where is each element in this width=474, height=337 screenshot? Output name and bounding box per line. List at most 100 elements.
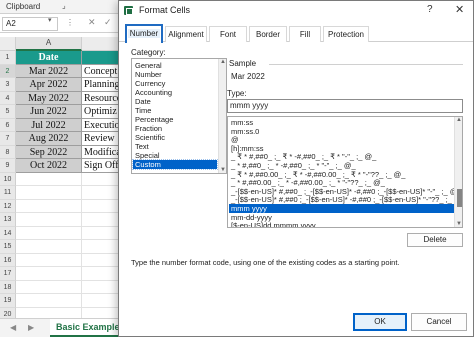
cell-a[interactable]: Jul 2022 — [16, 118, 82, 132]
formula-enter-icon[interactable]: ✓ — [104, 17, 112, 28]
tab-border[interactable]: Border — [249, 26, 287, 42]
cell-b1[interactable] — [82, 51, 122, 65]
row-number[interactable]: 8 — [0, 145, 16, 159]
column-header-a[interactable]: A — [16, 37, 82, 51]
cell-b[interactable]: Resource — [82, 92, 122, 105]
cell-b[interactable] — [82, 213, 122, 227]
cancel-button[interactable]: Cancel — [411, 313, 467, 331]
sheet-scroll-right-icon[interactable]: ▶ — [28, 323, 34, 332]
scroll-down-icon[interactable]: ▼ — [220, 167, 226, 173]
delete-button[interactable]: Delete — [407, 233, 463, 247]
sheet-tab-basic-example[interactable]: Basic Example — [50, 319, 122, 337]
cell-b[interactable]: Modifica — [82, 146, 122, 159]
row-number[interactable]: 15 — [0, 240, 16, 254]
row-number[interactable]: 2 — [0, 64, 16, 78]
cell-a[interactable]: Sep 2022 — [16, 145, 82, 159]
formula-bar-grip-icon[interactable]: ⋮ — [66, 18, 74, 27]
category-item[interactable]: Percentage — [133, 115, 217, 124]
row-number[interactable]: 5 — [0, 105, 16, 119]
select-all-corner[interactable] — [0, 37, 16, 51]
category-item[interactable]: Time — [133, 106, 217, 115]
cell-a[interactable]: Aug 2022 — [16, 132, 82, 146]
sheet-scroll-left-icon[interactable]: ◀ — [10, 323, 16, 332]
tab-number[interactable]: Number — [125, 24, 163, 43]
cell-a[interactable] — [16, 186, 82, 200]
row-number[interactable]: 14 — [0, 226, 16, 240]
row-number[interactable]: 17 — [0, 267, 16, 281]
cell-b[interactable] — [82, 240, 122, 254]
name-box-dropdown-icon[interactable]: ▾ — [48, 16, 52, 24]
cell-b[interactable]: Planning — [82, 78, 122, 92]
category-listbox[interactable]: General Number Currency Accounting Date Time P… — [131, 58, 227, 174]
cell-b[interactable]: Executio — [82, 119, 122, 132]
column-header-b[interactable] — [82, 37, 122, 51]
cell-b[interactable] — [82, 294, 122, 308]
row-number[interactable]: 19 — [0, 294, 16, 308]
cell-b[interactable] — [82, 281, 122, 294]
row-number[interactable]: 13 — [0, 213, 16, 227]
ok-button[interactable]: OK — [353, 313, 407, 331]
cell-a[interactable] — [16, 172, 82, 186]
cell-a[interactable] — [16, 199, 82, 213]
cell-b[interactable]: Sign Off — [82, 159, 122, 173]
format-code-listbox[interactable]: mm:ss mm:ss.0 @ [h]:mm:ss _ ₹ * #,##0_ ;_ ₹ … — [227, 116, 463, 228]
cell-b[interactable] — [82, 173, 122, 186]
row-number[interactable]: 7 — [0, 132, 16, 146]
cell-a[interactable]: Jun 2022 — [16, 105, 82, 119]
cell-a[interactable] — [16, 253, 82, 267]
category-item[interactable]: Scientific — [133, 133, 217, 142]
dialog-titlebar[interactable]: Format Cells ? ✕ — [119, 1, 473, 21]
tab-alignment[interactable]: Alignment — [165, 26, 207, 42]
cell-b[interactable] — [82, 227, 122, 240]
category-item[interactable]: Currency — [133, 79, 217, 88]
scroll-up-icon[interactable]: ▲ — [456, 117, 462, 123]
cell-a[interactable] — [16, 213, 82, 227]
cell-b[interactable] — [82, 186, 122, 200]
cell-a[interactable]: Apr 2022 — [16, 78, 82, 92]
scroll-down-icon[interactable]: ▼ — [456, 221, 462, 227]
cell-b[interactable]: Review — [82, 132, 122, 146]
dialog-launcher-icon[interactable]: ⌟ — [62, 1, 66, 10]
cell-b[interactable]: Concept — [82, 65, 122, 78]
row-number[interactable]: 12 — [0, 199, 16, 213]
row-number[interactable]: 16 — [0, 253, 16, 267]
type-input[interactable]: mmm yyyy — [227, 99, 463, 113]
scroll-up-icon[interactable]: ▲ — [220, 59, 226, 65]
category-item[interactable]: Accounting — [133, 88, 217, 97]
row-number[interactable]: 9 — [0, 159, 16, 173]
scroll-thumb[interactable] — [457, 189, 462, 207]
worksheet-grid[interactable]: A 1 Date 2 Mar 2022 Concept 3 Apr 2022 Planni… — [0, 37, 122, 321]
cell-a[interactable]: Oct 2022 — [16, 159, 82, 173]
formula-cancel-icon[interactable]: ✕ — [88, 17, 96, 28]
row-number[interactable]: 1 — [0, 51, 16, 65]
cell-a[interactable] — [16, 240, 82, 254]
row-number[interactable]: 3 — [0, 78, 16, 92]
row-number[interactable]: 18 — [0, 280, 16, 294]
category-item[interactable]: Fraction — [133, 124, 217, 133]
close-icon[interactable]: ✕ — [455, 3, 464, 16]
help-icon[interactable]: ? — [427, 4, 433, 15]
cell-b[interactable] — [82, 254, 122, 267]
cell-a[interactable] — [16, 226, 82, 240]
tab-fill[interactable]: Fill — [289, 26, 321, 42]
category-item[interactable]: Number — [133, 70, 217, 79]
cell-a[interactable]: May 2022 — [16, 91, 82, 105]
cell-a[interactable]: Mar 2022 — [16, 64, 82, 78]
cell-b[interactable] — [82, 200, 122, 213]
tab-font[interactable]: Font — [209, 26, 247, 42]
cell-a1[interactable]: Date — [16, 51, 82, 65]
row-number[interactable]: 11 — [0, 186, 16, 200]
category-item[interactable]: General — [133, 61, 217, 70]
row-number[interactable]: 4 — [0, 91, 16, 105]
category-item[interactable]: Special — [133, 151, 217, 160]
format-code-item[interactable]: [$-en-US]dd mmmm yyyy — [229, 221, 454, 227]
category-item[interactable]: Text — [133, 142, 217, 151]
cell-a[interactable] — [16, 280, 82, 294]
cell-b[interactable]: Optimiz — [82, 105, 122, 119]
tab-protection[interactable]: Protection — [323, 26, 369, 42]
row-number[interactable]: 6 — [0, 118, 16, 132]
category-item[interactable]: Date — [133, 97, 217, 106]
format-list-scrollbar[interactable]: ▲ ▼ — [454, 117, 462, 227]
category-item[interactable]: Custom — [132, 159, 218, 170]
cell-b[interactable] — [82, 267, 122, 281]
